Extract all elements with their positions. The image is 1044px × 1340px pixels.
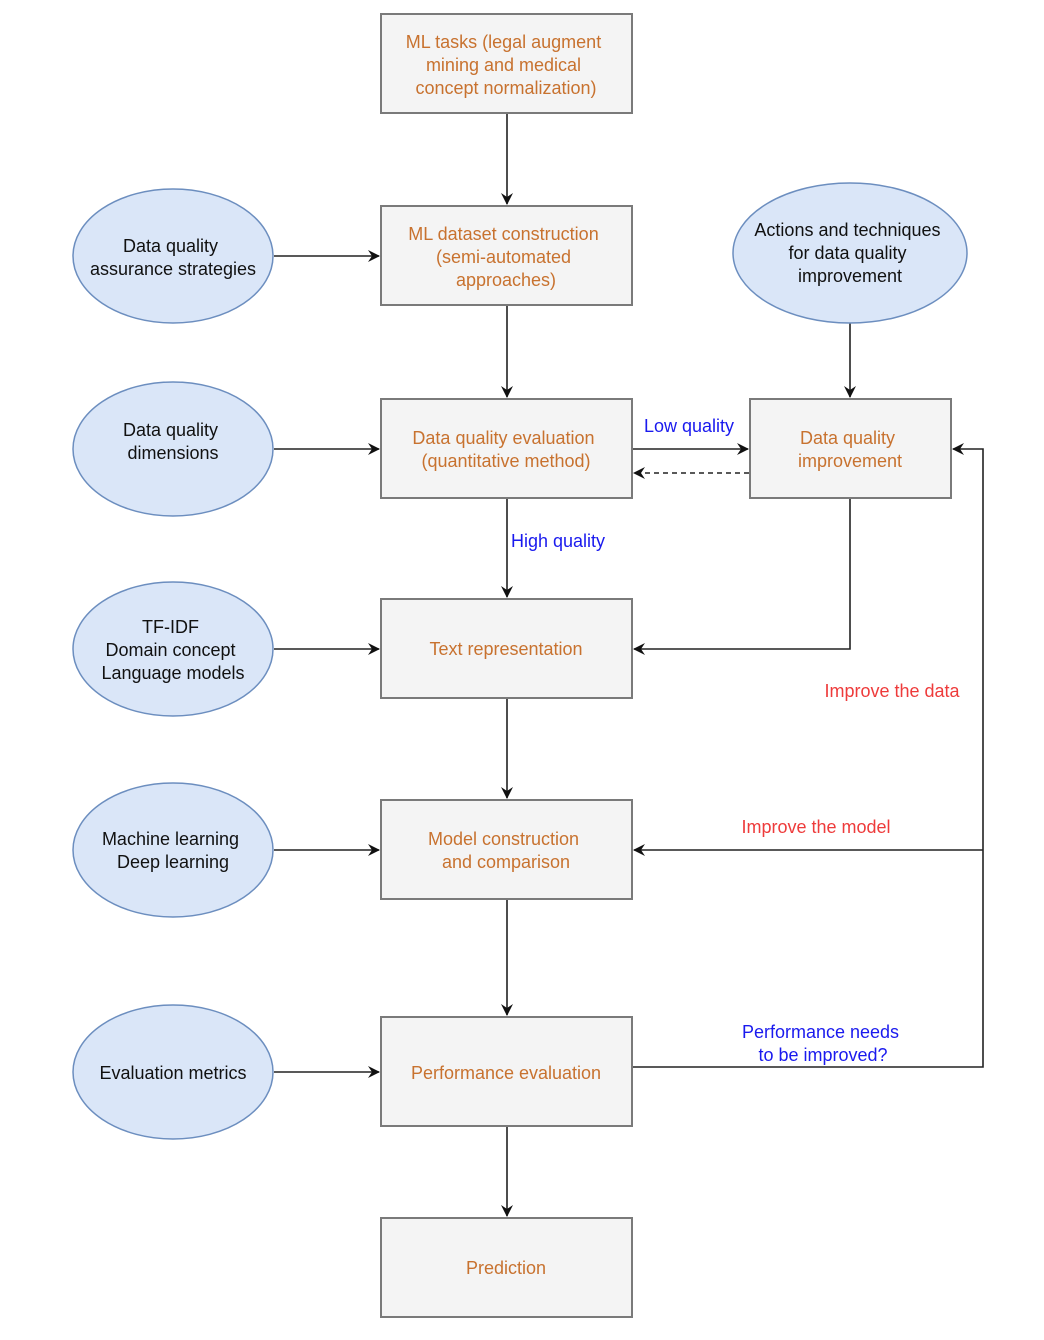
box-ml-tasks-line: ML tasks (legal augment (406, 32, 601, 52)
oval-actions-line: improvement (798, 266, 902, 286)
box-prediction: Prediction (380, 1217, 633, 1318)
oval-dq-assurance: Data quality assurance strategies (72, 188, 274, 324)
box-ml-tasks-line: mining and medical (426, 55, 581, 75)
box-improvement-line: improvement (798, 451, 902, 471)
oval-actions-line: Actions and techniques (754, 220, 940, 240)
oval-representations-line: Language models (101, 663, 244, 683)
oval-learning: Machine learning Deep learning (72, 782, 274, 918)
oval-actions-line: for data quality (788, 243, 906, 263)
box-dq-evaluation: Data quality evaluation (quantitative me… (380, 398, 633, 499)
box-ml-tasks: ML tasks (legal augment mining and medic… (380, 13, 633, 114)
label-improve-model: Improve the model (741, 817, 890, 837)
oval-representations: TF-IDF Domain concept Language models (72, 581, 274, 717)
oval-representations-line: TF-IDF (142, 617, 199, 637)
svg-text:Evaluation metrics: Evaluation metrics (99, 1063, 246, 1083)
label-high-quality: High quality (511, 531, 605, 551)
label-performance-needs-line: Performance needs (742, 1022, 899, 1042)
oval-evaluation-metrics: Evaluation metrics (72, 1004, 274, 1140)
box-model-line: Model construction (428, 829, 579, 849)
box-model-line: and comparison (442, 852, 570, 872)
edge-performance-feedback-loop (633, 443, 984, 1068)
box-text-representation: Text representation (380, 598, 633, 699)
oval-dimensions-line: Data quality (123, 420, 218, 440)
box-evaluation-line: (quantitative method) (421, 451, 590, 471)
box-dataset-line: approaches) (456, 270, 556, 290)
oval-dimensions-line: dimensions (127, 443, 218, 463)
flowchart: ML tasks (legal augment mining and medic… (72, 13, 984, 1318)
box-dataset-line: (semi-automated (436, 247, 571, 267)
svg-text:Performance evaluation: Performance evaluation (411, 1063, 601, 1083)
oval-learning-line: Machine learning (102, 829, 239, 849)
svg-text:Text representation: Text representation (429, 639, 582, 659)
box-evaluation-line: Data quality evaluation (412, 428, 594, 448)
svg-text:Prediction: Prediction (466, 1258, 546, 1278)
oval-dq-dimensions: Data quality dimensions (72, 381, 274, 517)
edge-improvement-to-representation (633, 499, 851, 655)
box-ml-tasks-line: concept normalization) (415, 78, 596, 98)
box-model-construction: Model construction and comparison (380, 799, 633, 900)
oval-assurance-line: Data quality (123, 236, 218, 256)
box-dataset-construction: ML dataset construction (semi-automated … (380, 205, 633, 306)
label-low-quality: Low quality (644, 416, 734, 436)
box-performance-evaluation: Performance evaluation (380, 1016, 633, 1127)
oval-assurance-line: assurance strategies (90, 259, 256, 279)
box-dataset-line: ML dataset construction (408, 224, 598, 244)
oval-metrics-line: Evaluation metrics (99, 1063, 246, 1083)
box-improvement-line: Data quality (800, 428, 895, 448)
oval-dq-actions: Actions and techniques for data quality … (732, 182, 968, 324)
box-performance-line: Performance evaluation (411, 1063, 601, 1083)
label-performance-needs: Performance needs to be improved? (742, 1022, 904, 1065)
oval-learning-line: Deep learning (117, 852, 229, 872)
box-dq-improvement: Data quality improvement (749, 398, 952, 499)
box-representation-line: Text representation (429, 639, 582, 659)
svg-text:ML tasks (legal augment: ML tasks (legal augment mining and medic… (406, 32, 606, 98)
box-prediction-line: Prediction (466, 1258, 546, 1278)
oval-representations-line: Domain concept (105, 640, 235, 660)
label-performance-needs-line: to be improved? (758, 1045, 887, 1065)
label-improve-data: Improve the data (824, 681, 960, 701)
